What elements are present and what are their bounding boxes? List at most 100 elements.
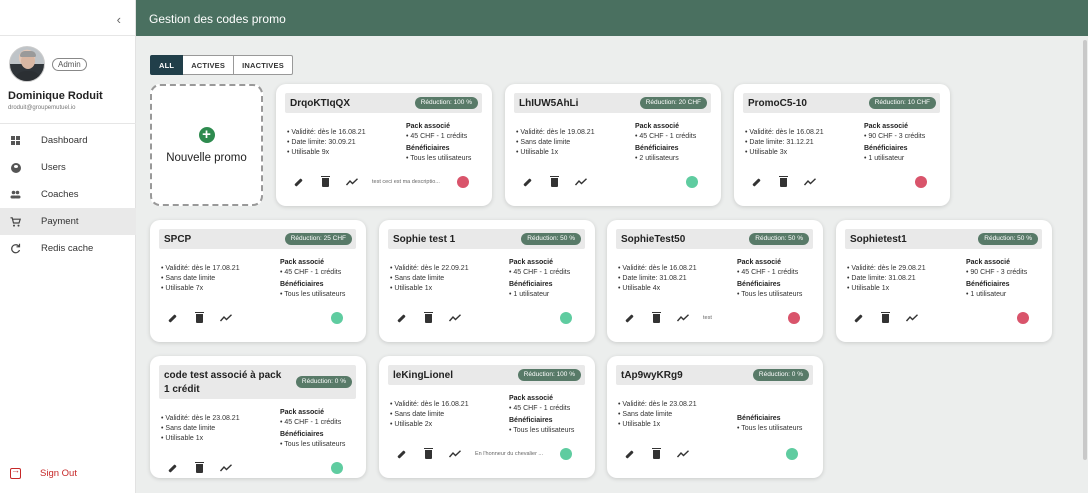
delete-icon[interactable]: [548, 175, 560, 188]
edit-icon[interactable]: [166, 312, 178, 324]
stats-icon[interactable]: [220, 312, 232, 324]
limit-text: • Sans date limite: [618, 411, 673, 418]
sidebar-item-label: Payment: [41, 216, 79, 227]
beneficiaries-heading: Bénéficiaires: [864, 145, 908, 152]
sign-out-label: Sign Out: [40, 468, 77, 479]
promo-details: • Validité: dès le 16.08.21 • Date limit…: [287, 128, 366, 158]
filter-inactives[interactable]: INACTIVES: [234, 55, 293, 75]
edit-icon[interactable]: [166, 462, 178, 474]
beneficiaries-heading: Bénéficiaires: [509, 281, 553, 288]
promo-card-header: SPCP Réduction: 25 CHF: [159, 229, 356, 249]
sidebar-top: [0, 0, 135, 36]
sidebar-item-redis-cache[interactable]: Redis cache: [0, 235, 136, 262]
role-badge: Admin: [52, 58, 87, 71]
promo-card-header: code test associé à pack 1 crédit Réduct…: [159, 365, 356, 399]
reduction-badge: Réduction: 50 %: [749, 233, 809, 245]
sidebar-item-payment[interactable]: Payment: [0, 208, 136, 235]
usage-text: • Utilisable 1x: [618, 421, 661, 428]
edit-icon[interactable]: [623, 312, 635, 324]
reduction-badge: Réduction: 50 %: [978, 233, 1038, 245]
new-promo-button[interactable]: + Nouvelle promo: [150, 84, 263, 206]
filter-all[interactable]: ALL: [150, 55, 184, 75]
delete-icon[interactable]: [422, 311, 434, 324]
promo-actions: [852, 311, 933, 324]
promo-details: • Validité: dès le 23.08.21 • Sans date …: [618, 400, 697, 430]
delete-icon[interactable]: [777, 175, 789, 188]
promo-actions: [292, 175, 373, 188]
edit-icon[interactable]: [521, 176, 533, 188]
edit-icon[interactable]: [852, 312, 864, 324]
edit-icon[interactable]: [395, 312, 407, 324]
limit-text: • Sans date limite: [390, 275, 445, 282]
promo-card-header: Sophietest1 Réduction: 50 %: [845, 229, 1042, 249]
delete-icon[interactable]: [193, 311, 205, 324]
pack-heading: Pack associé: [635, 123, 679, 130]
promo-code: leKingLionel: [393, 370, 453, 381]
edit-icon[interactable]: [395, 448, 407, 460]
stats-icon[interactable]: [575, 176, 587, 188]
sidebar-item-dashboard[interactable]: Dashboard: [0, 127, 136, 154]
status-dot: [331, 462, 343, 474]
promo-code: SophieTest50: [621, 234, 686, 245]
edit-icon[interactable]: [292, 176, 304, 188]
sidebar-item-coaches[interactable]: Coaches: [0, 181, 136, 208]
plus-circle-icon: +: [198, 126, 215, 143]
beneficiaries-text: • Tous les utilisateurs: [406, 155, 472, 162]
limit-text: • Date limite: 31.12.21: [745, 139, 814, 146]
promo-card: SPCP Réduction: 25 CHF • Validité: dès l…: [150, 220, 366, 342]
promo-pack-info: Pack associé • 45 CHF - 1 crédits Bénéfi…: [280, 258, 364, 300]
delete-icon[interactable]: [650, 311, 662, 324]
delete-icon[interactable]: [879, 311, 891, 324]
delete-icon[interactable]: [422, 447, 434, 460]
promo-pack-info: Pack associé • 90 CHF - 3 crédits Bénéfi…: [966, 258, 1050, 300]
page-header: Gestion des codes promo: [136, 0, 1088, 36]
status-dot: [786, 448, 798, 460]
pack-heading: Pack associé: [737, 259, 781, 266]
beneficiaries-heading: Bénéficiaires: [737, 281, 781, 288]
reduction-badge: Réduction: 25 CHF: [284, 233, 352, 245]
promo-card-header: Sophie test 1 Réduction: 50 %: [388, 229, 585, 249]
promo-card: leKingLionel Réduction: 100 % • Validité…: [379, 356, 595, 478]
beneficiaries-heading: Bénéficiaires: [280, 431, 324, 438]
pack-heading: Pack associé: [280, 259, 324, 266]
validity-text: • Validité: dès le 16.08.21: [390, 401, 469, 408]
stats-icon[interactable]: [804, 176, 816, 188]
promo-actions: [521, 175, 602, 188]
sign-out-button[interactable]: Sign Out: [10, 465, 77, 479]
promo-pack-info: Pack associé • 45 CHF - 1 crédits Bénéfi…: [509, 258, 593, 300]
promo-card: DrqoKTIqQX Réduction: 100 % • Validité: …: [276, 84, 492, 206]
usage-text: • Utilisable 1x: [847, 285, 890, 292]
refresh-icon: [10, 243, 21, 254]
delete-icon[interactable]: [319, 175, 331, 188]
edit-icon[interactable]: [623, 448, 635, 460]
promo-description: test: [703, 315, 712, 321]
validity-text: • Validité: dès le 16.08.21: [287, 129, 366, 136]
stats-icon[interactable]: [449, 448, 461, 460]
delete-icon[interactable]: [193, 461, 205, 474]
reduction-badge: Réduction: 100 %: [517, 369, 581, 381]
chevron-left-icon[interactable]: ‹: [117, 12, 121, 27]
stats-icon[interactable]: [220, 462, 232, 474]
stats-icon[interactable]: [677, 312, 689, 324]
filter-actives[interactable]: ACTIVES: [183, 55, 235, 75]
pack-text: • 90 CHF - 3 crédits: [864, 133, 926, 140]
stats-icon[interactable]: [449, 312, 461, 324]
status-dot: [560, 448, 572, 460]
stats-icon[interactable]: [346, 176, 358, 188]
stats-icon[interactable]: [677, 448, 689, 460]
delete-icon[interactable]: [650, 447, 662, 460]
edit-icon[interactable]: [750, 176, 762, 188]
validity-text: • Validité: dès le 23.08.21: [618, 401, 697, 408]
sidebar-item-users[interactable]: Users: [0, 154, 136, 181]
beneficiaries-heading: Bénéficiaires: [635, 145, 679, 152]
reduction-badge: Réduction: 10 CHF: [868, 97, 936, 109]
sidebar-item-label: Coaches: [41, 189, 79, 200]
pack-text: • 45 CHF - 1 crédits: [280, 269, 342, 276]
beneficiaries-text: • 2 utilisateurs: [635, 155, 679, 162]
stats-icon[interactable]: [906, 312, 918, 324]
filter-toggle-group: ALL ACTIVES INACTIVES: [150, 55, 293, 75]
sidebar-item-label: Users: [41, 162, 66, 173]
scrollbar[interactable]: [1083, 40, 1087, 460]
pack-text: • 45 CHF - 1 crédits: [509, 405, 571, 412]
page-title: Gestion des codes promo: [149, 12, 286, 26]
